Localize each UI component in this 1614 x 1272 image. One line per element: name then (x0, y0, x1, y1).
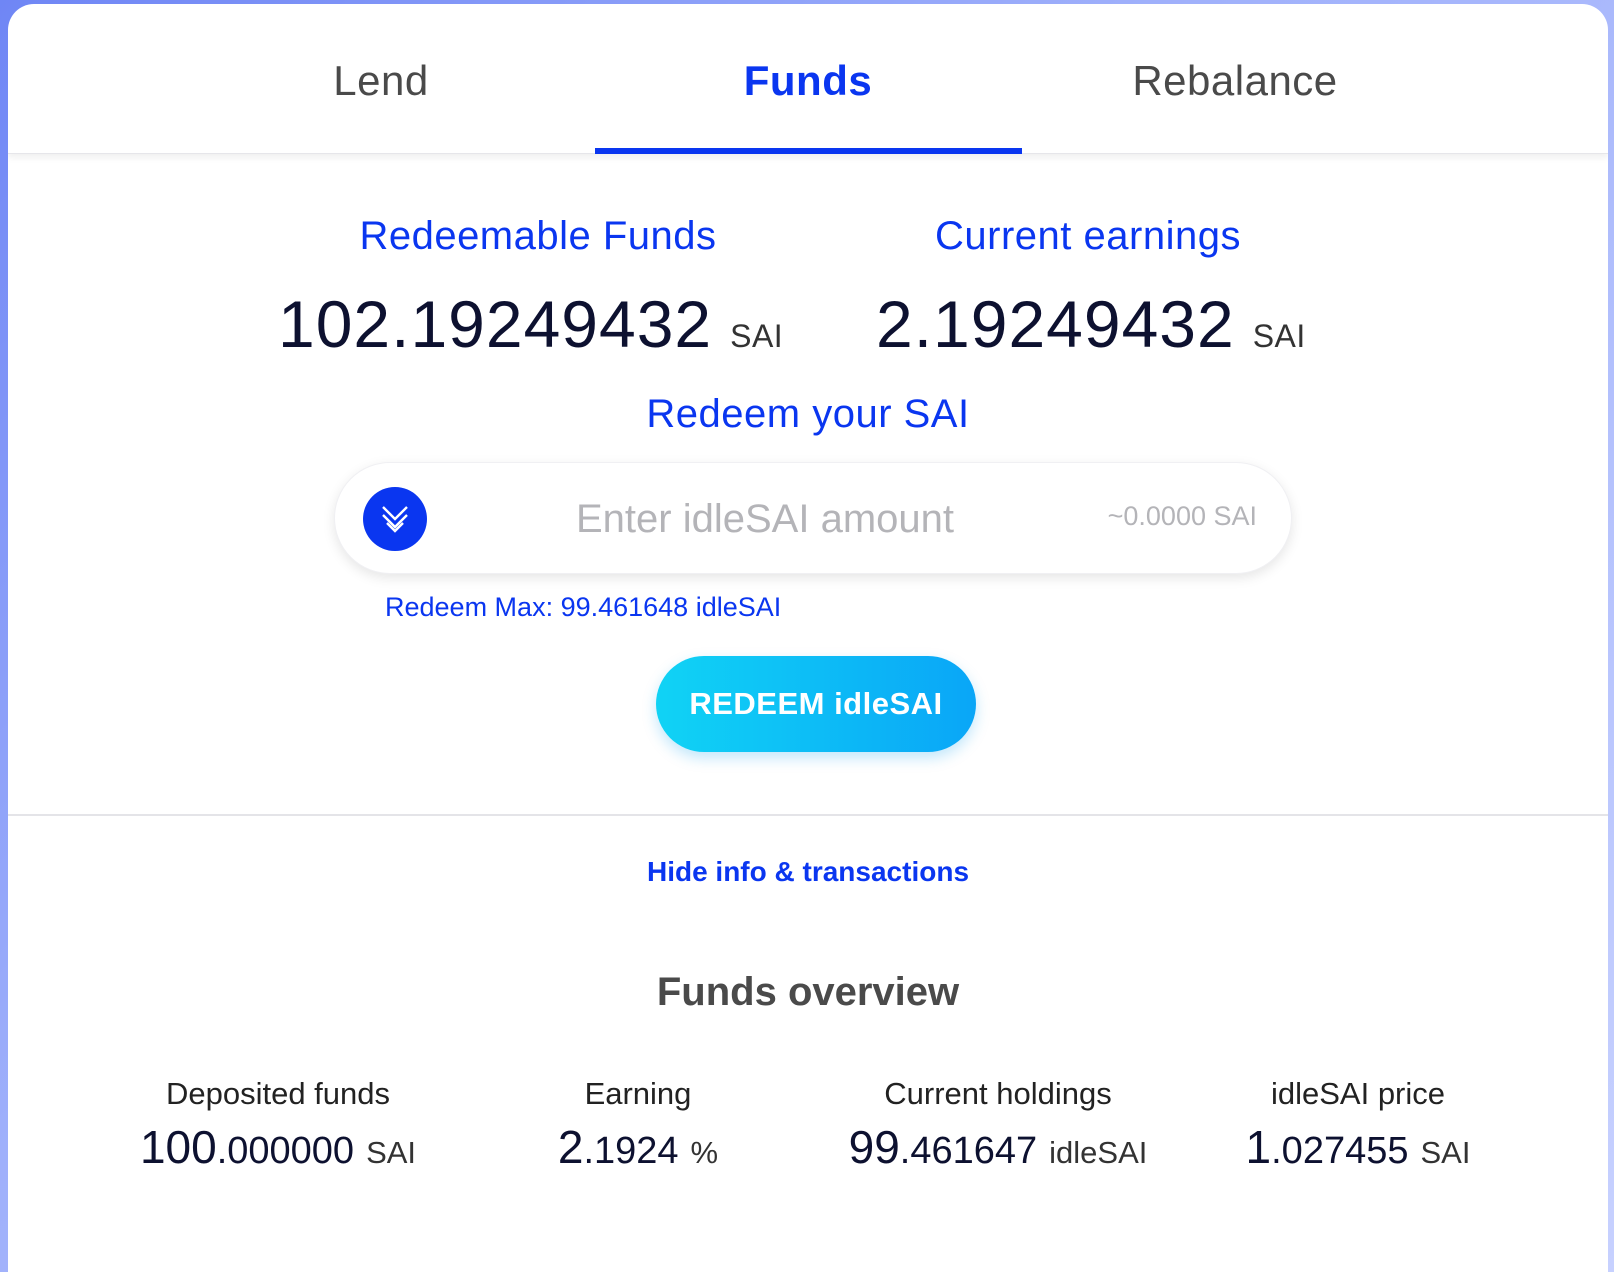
current-earnings-value: 2.19249432 SAI (876, 286, 1306, 362)
tab-funds[interactable]: Funds (594, 4, 1022, 154)
current-earnings-amount: 2.19249432 (876, 287, 1235, 361)
current-holdings-unit: idleSAI (1049, 1135, 1148, 1170)
tab-lend[interactable]: Lend (168, 4, 595, 154)
redeem-title: Redeem your SAI (646, 392, 970, 436)
redeem-max-link[interactable]: Redeem Max: 99.461648 idleSAI (385, 592, 781, 623)
chevrons-down-icon (363, 487, 427, 551)
deposited-funds-item: Deposited funds 100.000000 SAI (98, 1076, 458, 1174)
deposited-funds-int: 100 (139, 1121, 217, 1173)
deposited-funds-unit: SAI (366, 1135, 417, 1170)
earning-item: Earning 2.1924% (458, 1076, 818, 1174)
redeemable-funds-value: 102.19249432 SAI (278, 286, 783, 362)
conversion-estimate: ~0.0000 SAI (1107, 501, 1257, 531)
idlesai-price-value: 1.027455 SAI (1178, 1120, 1538, 1174)
section-divider (8, 814, 1608, 816)
funds-overview-title: Funds overview (656, 970, 960, 1014)
hide-info-toggle[interactable]: Hide info & transactions (8, 856, 1608, 888)
current-holdings-item: Current holdings 99.461647 idleSAI (818, 1076, 1178, 1174)
idlesai-price-label: idleSAI price (1270, 1076, 1446, 1111)
redeem-amount-input[interactable] (455, 487, 1075, 551)
redeem-button[interactable]: REDEEM idleSAI (656, 656, 976, 752)
current-earnings-stat: Current earnings (818, 214, 1358, 259)
earning-dec: .1924 (583, 1130, 679, 1172)
funds-card: Lend Funds Rebalance Redeemable Funds 10… (8, 4, 1608, 1272)
current-holdings-label: Current holdings (884, 1076, 1112, 1111)
redeem-input-box: ~0.0000 SAI (334, 462, 1292, 574)
earning-int: 2 (557, 1121, 584, 1173)
tab-rebalance[interactable]: Rebalance (1022, 4, 1449, 154)
redeemable-funds-label: Redeemable Funds (359, 214, 717, 258)
idlesai-price-dec: .027455 (1271, 1130, 1409, 1172)
earning-value: 2.1924% (458, 1120, 818, 1174)
tab-bar: Lend Funds Rebalance (8, 4, 1608, 154)
current-earnings-unit: SAI (1252, 318, 1306, 354)
earning-label: Earning (584, 1076, 692, 1111)
current-holdings-int: 99 (848, 1121, 900, 1173)
earning-unit: % (690, 1135, 719, 1170)
idlesai-price-unit: SAI (1420, 1135, 1471, 1170)
idlesai-price-int: 1 (1245, 1121, 1272, 1173)
deposited-funds-value: 100.000000 SAI (98, 1120, 458, 1174)
current-earnings-label: Current earnings (935, 214, 1241, 258)
idlesai-price-item: idleSAI price 1.027455 SAI (1178, 1076, 1538, 1174)
redeemable-funds-unit: SAI (730, 318, 784, 354)
current-holdings-value: 99.461647 idleSAI (818, 1120, 1178, 1174)
deposited-funds-dec: .000000 (216, 1130, 355, 1172)
deposited-funds-label: Deposited funds (165, 1076, 391, 1111)
redeemable-funds-amount: 102.19249432 (278, 287, 713, 361)
redeemable-funds-stat: Redeemable Funds (258, 214, 818, 259)
current-holdings-dec: .461647 (899, 1130, 1038, 1172)
